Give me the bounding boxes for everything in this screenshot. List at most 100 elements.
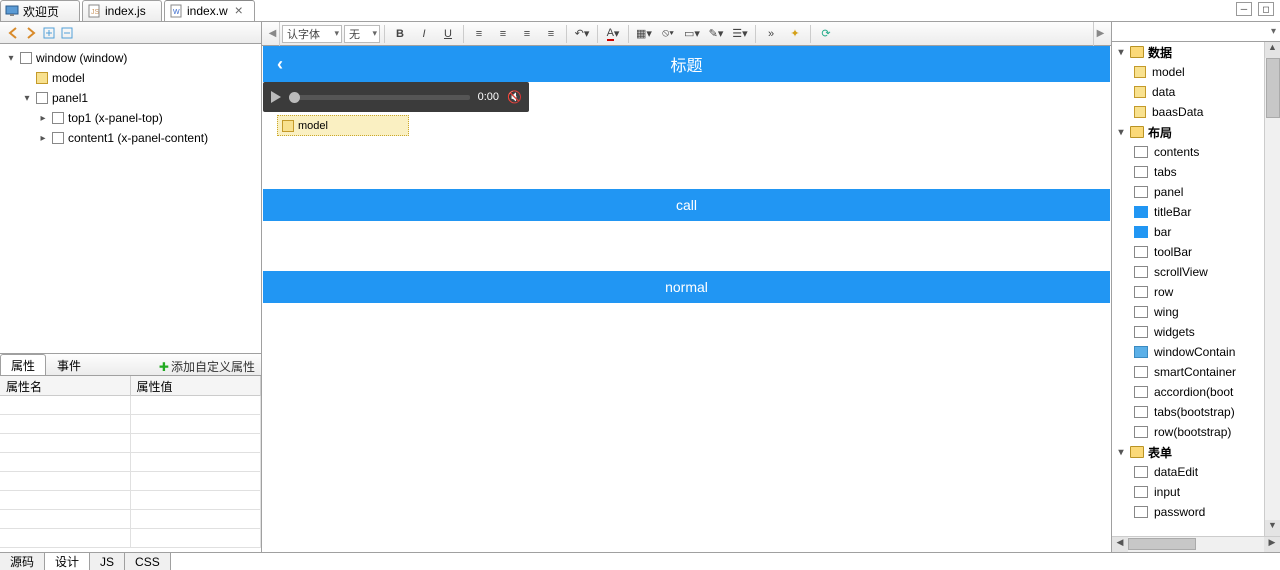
maximize-button[interactable]: ◻ <box>1258 2 1274 16</box>
close-icon[interactable]: × <box>232 4 246 18</box>
palette-item[interactable]: smartContainer <box>1112 362 1264 382</box>
twisty-icon[interactable]: ▸ <box>38 133 48 144</box>
palette-item[interactable]: password <box>1112 502 1264 522</box>
collapse-icon[interactable] <box>60 26 74 40</box>
hscroll-thumb[interactable] <box>1128 538 1196 550</box>
svg-text:W: W <box>173 9 180 16</box>
underline-button[interactable]: U <box>437 24 459 44</box>
scroll-up-icon[interactable]: ▲ <box>1265 42 1280 58</box>
col-name: 属性名 <box>0 376 131 396</box>
draw-button[interactable]: ✎▾ <box>705 24 727 44</box>
tab-attributes[interactable]: 属性 <box>0 354 46 375</box>
palette-item[interactable]: contents <box>1112 142 1264 162</box>
undo-button[interactable]: ↶▾ <box>571 24 593 44</box>
tab-indexjs[interactable]: JS index.js <box>82 0 162 21</box>
outline-tree[interactable]: ▾window (window) model ▾panel1 ▸top1 (x-… <box>0 44 261 353</box>
border-button[interactable]: ▭▾ <box>681 24 703 44</box>
palette-item[interactable]: tabs <box>1112 162 1264 182</box>
palette-item[interactable]: accordion(boot <box>1112 382 1264 402</box>
clear-format-button[interactable]: ⦸▾ <box>657 24 679 44</box>
play-icon[interactable] <box>271 91 281 103</box>
run-button[interactable]: » <box>760 24 782 44</box>
outline-node-panel1[interactable]: ▾panel1 <box>18 88 259 108</box>
tab-welcome[interactable]: 欢迎页 <box>0 0 80 21</box>
outline-node-model[interactable]: model <box>18 68 259 88</box>
font-select[interactable]: 认字体 <box>282 25 342 43</box>
scroll-down-icon[interactable]: ▼ <box>1265 520 1280 536</box>
minimize-button[interactable]: ─ <box>1236 2 1252 16</box>
audio-player[interactable]: 0:00 <box>263 82 529 112</box>
palette-item[interactable]: row <box>1112 282 1264 302</box>
properties-grid[interactable]: 属性名 属性值 <box>0 376 261 552</box>
palette-item[interactable]: windowContain <box>1112 342 1264 362</box>
font-size-select[interactable]: 无 <box>344 25 380 43</box>
bold-button[interactable]: B <box>389 24 411 44</box>
palette-item[interactable]: row(bootstrap) <box>1112 422 1264 442</box>
align-left-button[interactable]: ≡ <box>468 24 490 44</box>
refresh-button[interactable]: ⟳ <box>815 24 837 44</box>
scroll-left-icon[interactable]: ◀ <box>266 22 280 46</box>
category-form[interactable]: ▾表单 <box>1112 442 1264 462</box>
magic-button[interactable]: ✦ <box>784 24 806 44</box>
align-right-button[interactable]: ≡ <box>516 24 538 44</box>
palette-item[interactable]: panel <box>1112 182 1264 202</box>
palette-item[interactable]: widgets <box>1112 322 1264 342</box>
palette-item[interactable]: data <box>1112 82 1264 102</box>
palette-item[interactable]: scrollView <box>1112 262 1264 282</box>
folder-icon <box>1130 446 1144 458</box>
tab-source[interactable]: 源码 <box>0 553 45 570</box>
twisty-icon[interactable]: ▾ <box>22 93 32 104</box>
back-icon[interactable]: ‹ <box>277 54 283 75</box>
palette-dropdown[interactable]: ▾ <box>1112 22 1280 42</box>
twisty-icon[interactable]: ▾ <box>6 53 16 64</box>
add-custom-attr-button[interactable]: ✚添加自定义属性 <box>159 358 261 375</box>
expand-icon[interactable] <box>42 26 56 40</box>
tab-design[interactable]: 设计 <box>45 553 90 570</box>
font-color-button[interactable]: A▾ <box>602 24 624 44</box>
outline-node-window[interactable]: ▾window (window) <box>2 48 259 68</box>
palette-vscrollbar[interactable]: ▲ ▼ <box>1264 42 1280 536</box>
palette-item[interactable]: bar <box>1112 222 1264 242</box>
scroll-left-icon[interactable]: ◀ <box>1112 537 1128 552</box>
tab-events[interactable]: 事件 <box>46 354 92 375</box>
list-button[interactable]: ☰▾ <box>729 24 751 44</box>
outline-node-top1[interactable]: ▸top1 (x-panel-top) <box>34 108 259 128</box>
title-bar[interactable]: ‹ 标题 <box>263 46 1110 82</box>
category-data[interactable]: ▾数据 <box>1112 42 1264 62</box>
tab-js[interactable]: JS <box>90 553 125 570</box>
model-component[interactable]: model <box>277 115 409 136</box>
model-icon <box>1134 66 1146 78</box>
mute-icon[interactable] <box>507 90 521 104</box>
design-canvas[interactable]: ‹ 标题 0:00 model call normal <box>262 46 1111 552</box>
palette-item[interactable]: model <box>1112 62 1264 82</box>
palette-list[interactable]: ▾数据 model data baasData ▾布局 contents tab… <box>1112 42 1264 536</box>
audio-thumb[interactable] <box>289 92 300 103</box>
outline-node-content1[interactable]: ▸content1 (x-panel-content) <box>34 128 259 148</box>
twisty-icon[interactable]: ▸ <box>38 113 48 124</box>
justify-button[interactable]: ≡ <box>540 24 562 44</box>
palette-item[interactable]: input <box>1112 482 1264 502</box>
scroll-right-icon[interactable]: ▶ <box>1093 22 1107 46</box>
category-layout[interactable]: ▾布局 <box>1112 122 1264 142</box>
palette-item[interactable]: toolBar <box>1112 242 1264 262</box>
call-button[interactable]: call <box>263 189 1110 221</box>
component-icon <box>1134 386 1148 398</box>
palette-item[interactable]: dataEdit <box>1112 462 1264 482</box>
italic-button[interactable]: I <box>413 24 435 44</box>
audio-track[interactable] <box>289 95 470 100</box>
arrow-right-icon[interactable] <box>24 26 38 40</box>
scroll-thumb[interactable] <box>1266 58 1280 118</box>
palette-item[interactable]: wing <box>1112 302 1264 322</box>
folder-icon <box>1130 126 1144 138</box>
normal-button[interactable]: normal <box>263 271 1110 303</box>
palette-hscrollbar[interactable]: ◀ ▶ <box>1112 536 1280 552</box>
tab-indexw[interactable]: W index.w × <box>164 0 255 21</box>
scroll-right-icon[interactable]: ▶ <box>1264 537 1280 552</box>
table-button[interactable]: ▦▾ <box>633 24 655 44</box>
arrow-left-icon[interactable] <box>6 26 20 40</box>
palette-item[interactable]: baasData <box>1112 102 1264 122</box>
palette-item[interactable]: titleBar <box>1112 202 1264 222</box>
align-center-button[interactable]: ≡ <box>492 24 514 44</box>
palette-item[interactable]: tabs(bootstrap) <box>1112 402 1264 422</box>
tab-css[interactable]: CSS <box>125 553 171 570</box>
